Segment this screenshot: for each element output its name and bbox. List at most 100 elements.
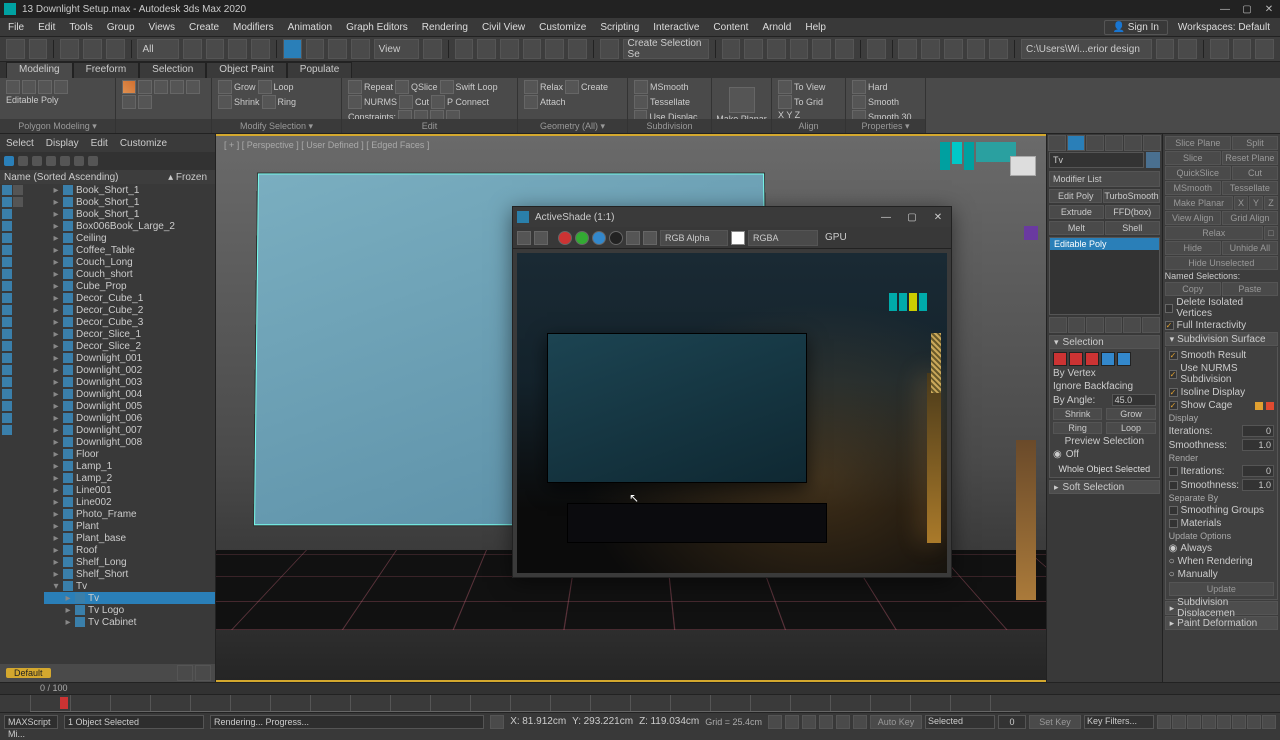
modify-tab-icon[interactable] [1067, 135, 1085, 151]
rectangular-region-button[interactable] [228, 39, 247, 59]
ribbon-tab-freeform[interactable]: Freeform [73, 62, 140, 78]
scene-explorer-tree[interactable]: ▸Book_Short_1▸Book_Short_1▸Book_Short_1▸… [44, 184, 215, 664]
current-frame-field[interactable]: 0 [998, 715, 1026, 729]
open-autodesk-button[interactable] [989, 39, 1008, 59]
autokey-button[interactable]: Auto Key [870, 715, 922, 729]
maximize-button[interactable]: ▢ [1236, 4, 1258, 15]
scene-item-child[interactable]: ▸Tv Logo [44, 604, 215, 616]
edge-subobj-button[interactable] [1069, 352, 1083, 366]
walk-icon[interactable] [1247, 715, 1261, 729]
iterations-spinner[interactable]: 0 [1242, 425, 1274, 437]
menu-rendering[interactable]: Rendering [422, 22, 468, 33]
vertex-subobj-button[interactable] [1053, 352, 1067, 366]
activeshade-window[interactable]: ActiveShade (1:1) — ▢ ✕ [512, 206, 952, 578]
perspective-viewport[interactable]: [ + ] [ Perspective ] [ User Defined ] [… [216, 134, 1046, 682]
scene-item[interactable]: ▸Lamp_2 [44, 472, 215, 484]
mirror-button[interactable] [722, 39, 741, 59]
loop-button[interactable]: Loop [1106, 422, 1155, 434]
setkey-button[interactable]: Set Key [1029, 715, 1081, 729]
scene-item[interactable]: ▸Couch_short [44, 268, 215, 280]
as-clear-icon[interactable] [643, 231, 657, 245]
as-green-channel-icon[interactable] [575, 231, 589, 245]
as-mode-dropdown[interactable]: RGBA [748, 230, 818, 246]
orbit-icon[interactable] [1217, 715, 1231, 729]
as-blue-channel-icon[interactable] [592, 231, 606, 245]
select-by-name-button[interactable] [206, 39, 225, 59]
motion-tab-icon[interactable] [1105, 135, 1123, 151]
ribbon-group-geometry[interactable]: Geometry (All) ▾ [518, 119, 627, 133]
vertex-subobj-icon[interactable] [122, 80, 136, 94]
scene-item[interactable]: ▸Decor_Slice_1 [44, 328, 215, 340]
polygon-subobj-button[interactable] [1101, 352, 1115, 366]
percent-snap-button[interactable] [545, 39, 564, 59]
redo-button[interactable] [29, 39, 48, 59]
edit-named-selection-button[interactable] [600, 39, 619, 59]
ribbon-group-properties[interactable]: Properties ▾ [846, 119, 925, 133]
se-customize[interactable]: Customize [120, 138, 167, 149]
extra-3-button[interactable] [1255, 39, 1274, 59]
scene-item[interactable]: ▸Cube_Prop [44, 280, 215, 292]
keyframe-marker[interactable] [60, 697, 68, 709]
scene-item[interactable]: ▸Ceiling [44, 232, 215, 244]
scene-item[interactable]: ▸Downlight_005 [44, 400, 215, 412]
fov-icon[interactable] [1202, 715, 1216, 729]
scene-item[interactable]: ▸Book_Short_1 [44, 184, 215, 196]
as-mono-icon[interactable] [626, 231, 640, 245]
by-angle-spinner[interactable]: 45.0 [1112, 394, 1156, 406]
unlink-button[interactable] [83, 39, 102, 59]
scene-item[interactable]: ▸Downlight_002 [44, 364, 215, 376]
subdiv-surface-header[interactable]: ▾ Subdivision Surface [1165, 332, 1278, 346]
spinner-snap-button[interactable] [568, 39, 587, 59]
col-name[interactable]: Name (Sorted Ascending) [4, 172, 119, 183]
melt-button[interactable]: Melt [1049, 221, 1104, 235]
snaps-toggle-button[interactable] [500, 39, 519, 59]
material-editor-button[interactable] [867, 39, 886, 59]
scene-item[interactable]: ▸Shelf_Long [44, 556, 215, 568]
keyfilters-button[interactable]: Key Filters... [1084, 715, 1154, 729]
lock-selection-icon[interactable] [490, 715, 504, 729]
scene-item[interactable]: ▸Downlight_008 [44, 436, 215, 448]
scene-item[interactable]: ▸Book_Short_1 [44, 196, 215, 208]
scene-item[interactable]: ▸Plant_base [44, 532, 215, 544]
scene-item[interactable]: ▸Decor_Cube_2 [44, 304, 215, 316]
scene-item[interactable]: ▸Decor_Cube_3 [44, 316, 215, 328]
as-save-icon[interactable] [517, 231, 531, 245]
sliceplane-button[interactable]: Slice Plane [1165, 136, 1231, 150]
menu-customize[interactable]: Customize [539, 22, 586, 33]
window-crossing-button[interactable] [251, 39, 270, 59]
subdiv-disp-header[interactable]: ▸ Subdivision Displacemen [1165, 601, 1278, 615]
editpoly-button[interactable]: Edit Poly [1049, 189, 1102, 203]
menu-content[interactable]: Content [713, 22, 748, 33]
scene-item[interactable]: ▸Plant [44, 520, 215, 532]
scene-item[interactable]: ▸Downlight_001 [44, 352, 215, 364]
scene-item[interactable]: ▸Downlight_007 [44, 424, 215, 436]
next-frame-icon[interactable] [819, 715, 833, 729]
turbosmooth-button[interactable]: TurboSmooth [1103, 189, 1159, 203]
selection-rollout-header[interactable]: ▾ Selection [1049, 335, 1160, 349]
scene-item[interactable]: ▸Line001 [44, 484, 215, 496]
object-color-swatch[interactable] [1146, 152, 1160, 168]
as-red-channel-icon[interactable] [558, 231, 572, 245]
ffdbox-button[interactable]: FFD(box) [1105, 205, 1160, 219]
menu-file[interactable]: File [8, 22, 24, 33]
scene-item-child[interactable]: ▸Tv Cabinet [44, 616, 215, 628]
ribbon-tab-populate[interactable]: Populate [287, 62, 352, 78]
project-settings-button[interactable] [1178, 39, 1197, 59]
col-frozen[interactable]: ▴ Frozen [168, 172, 207, 183]
menu-tools[interactable]: Tools [69, 22, 92, 33]
toggle-layer-explorer-button[interactable] [767, 39, 786, 59]
project-browse-button[interactable] [1156, 39, 1175, 59]
ribbon-tab-modeling[interactable]: Modeling [6, 62, 73, 78]
stack-editable-poly[interactable]: Editable Poly [1050, 238, 1159, 250]
bind-to-space-warp-button[interactable] [106, 39, 125, 59]
key-mode-icon[interactable] [853, 715, 867, 729]
extra-1-button[interactable] [1210, 39, 1229, 59]
activeshade-render-view[interactable]: ↖ [517, 253, 947, 573]
display-tab-icon[interactable] [1124, 135, 1142, 151]
scene-item[interactable]: ▸Book_Short_1 [44, 208, 215, 220]
scene-item[interactable]: ▸Downlight_003 [44, 376, 215, 388]
menu-arnold[interactable]: Arnold [762, 22, 791, 33]
shrink-button[interactable]: Shrink [1053, 408, 1102, 420]
scene-item-tv-group[interactable]: ▾Tv [44, 580, 215, 592]
geometry-filter-icon[interactable] [2, 185, 12, 195]
